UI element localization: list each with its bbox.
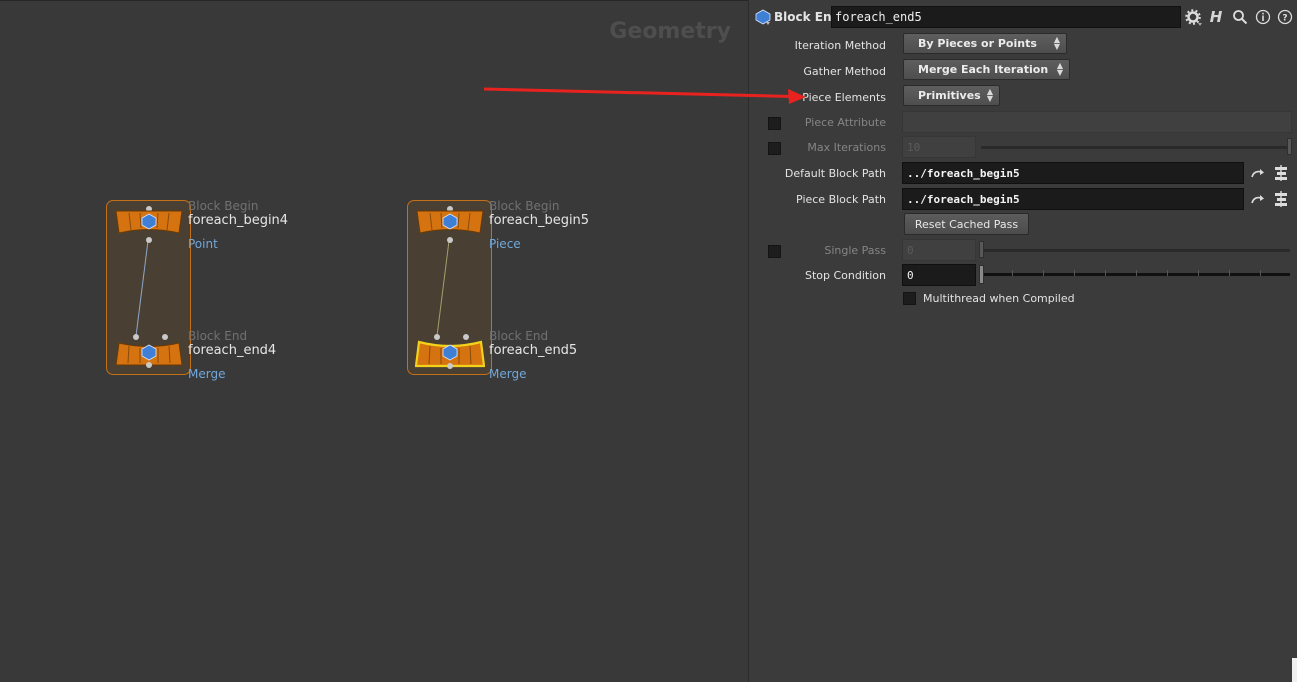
node-foreach-begin5[interactable]	[416, 209, 484, 235]
piece-elements-value: Primitives	[918, 89, 981, 102]
search-icon[interactable]	[1230, 7, 1250, 27]
single-pass-label: Single Pass	[824, 244, 886, 257]
info-icon[interactable]	[1253, 7, 1273, 27]
piece-attribute-field[interactable]	[902, 111, 1292, 133]
node-name-label[interactable]: foreach_begin5	[489, 213, 589, 228]
piece-block-path-field[interactable]: ../foreach_begin5	[902, 188, 1244, 210]
node-type-label: Block Begin	[489, 199, 560, 213]
node-name-label[interactable]: foreach_end5	[489, 343, 577, 358]
default-block-path-field[interactable]: ../foreach_begin5	[902, 162, 1244, 184]
parameter-pane[interactable]: Block End foreach_end5 H ? Iteration Met…	[748, 0, 1297, 682]
piece-elements-label: Piece Elements	[802, 91, 886, 104]
slider-tick	[1043, 270, 1044, 276]
slider-tick	[1198, 270, 1199, 276]
parameter-header: Block End foreach_end5 H ?	[749, 4, 1297, 30]
block-end-node-icon[interactable]	[754, 9, 772, 26]
node-type-label: Block End	[188, 329, 248, 343]
max-iterations-slider[interactable]	[981, 146, 1290, 149]
help-icon[interactable]: ?	[1275, 7, 1295, 27]
menu-arrows-icon: ▲ ▼	[986, 87, 993, 103]
node-sub-label: Point	[188, 237, 218, 251]
piece-block-path-label: Piece Block Path	[796, 193, 886, 206]
slider-tick	[1260, 270, 1261, 276]
houdini-help-icon[interactable]: H	[1206, 7, 1226, 27]
stop-condition-label: Stop Condition	[805, 269, 886, 282]
slider-tick	[1167, 270, 1168, 276]
single-pass-slider-handle[interactable]	[979, 241, 984, 258]
single-pass-field[interactable]: 0	[902, 239, 976, 261]
single-pass-slider[interactable]	[981, 249, 1290, 252]
gather-method-menu[interactable]: Merge Each Iteration ▲ ▼	[903, 59, 1070, 80]
max-iterations-field[interactable]: 10	[902, 136, 976, 158]
node-name-label[interactable]: foreach_end4	[188, 343, 276, 358]
multithread-checkbox[interactable]	[903, 292, 916, 305]
input-port[interactable]	[133, 334, 139, 340]
stop-condition-slider-handle[interactable]	[979, 265, 984, 284]
single-pass-toggle[interactable]	[768, 245, 781, 258]
iteration-method-label: Iteration Method	[794, 39, 886, 52]
slider-tick	[1074, 270, 1075, 276]
iteration-method-menu[interactable]: By Pieces or Points ▲ ▼	[903, 33, 1067, 54]
node-type-label: Block End	[489, 329, 549, 343]
pane-resize-handle[interactable]	[1292, 658, 1297, 682]
node-sub-label: Merge	[489, 367, 527, 381]
output-port[interactable]	[146, 237, 152, 243]
default-block-path-label: Default Block Path	[784, 167, 886, 180]
node-chooser-icon[interactable]	[1273, 165, 1289, 181]
output-port[interactable]	[146, 362, 152, 368]
slider-tick	[1136, 270, 1137, 276]
jump-to-node-icon[interactable]	[1250, 166, 1266, 182]
iteration-method-value: By Pieces or Points	[918, 37, 1037, 50]
svg-text:?: ?	[1282, 14, 1287, 24]
gear-icon[interactable]	[1183, 7, 1203, 27]
menu-arrows-icon: ▲ ▼	[1053, 35, 1060, 51]
piece-attribute-label: Piece Attribute	[804, 116, 886, 129]
jump-to-node-icon[interactable]	[1250, 192, 1266, 208]
max-iterations-label: Max Iterations	[807, 141, 886, 154]
slider-tick	[1105, 270, 1106, 276]
reset-cached-pass-button[interactable]: Reset Cached Pass	[904, 213, 1029, 235]
slider-tick	[1012, 270, 1013, 276]
network-view[interactable]: Geometry Block Begin foreach_begin4 Poin…	[0, 0, 748, 682]
node-type-label: Block Begin	[188, 199, 259, 213]
output-port[interactable]	[447, 363, 453, 369]
node-sub-label: Merge	[188, 367, 226, 381]
max-iterations-toggle[interactable]	[768, 142, 781, 155]
node-sub-label: Piece	[489, 237, 521, 251]
piece-elements-menu[interactable]: Primitives ▲ ▼	[903, 85, 1000, 106]
node-chooser-icon[interactable]	[1273, 191, 1289, 207]
node-name-label[interactable]: foreach_begin4	[188, 213, 288, 228]
max-iterations-slider-handle[interactable]	[1287, 138, 1292, 155]
stop-condition-field[interactable]: 0	[902, 264, 976, 286]
context-label: Geometry	[609, 19, 731, 44]
node-name-field[interactable]: foreach_end5	[831, 6, 1181, 28]
gather-method-value: Merge Each Iteration	[918, 63, 1049, 76]
multithread-label: Multithread when Compiled	[923, 292, 1075, 305]
gather-method-label: Gather Method	[803, 65, 886, 78]
slider-tick	[1229, 270, 1230, 276]
piece-attribute-toggle[interactable]	[768, 117, 781, 130]
block-begin-node-shape	[115, 210, 183, 234]
block-begin-node-shape	[416, 210, 484, 234]
input-port[interactable]	[162, 334, 168, 340]
node-foreach-begin4[interactable]	[115, 209, 183, 235]
menu-arrows-icon: ▲ ▼	[1056, 61, 1063, 77]
output-port[interactable]	[447, 237, 453, 243]
